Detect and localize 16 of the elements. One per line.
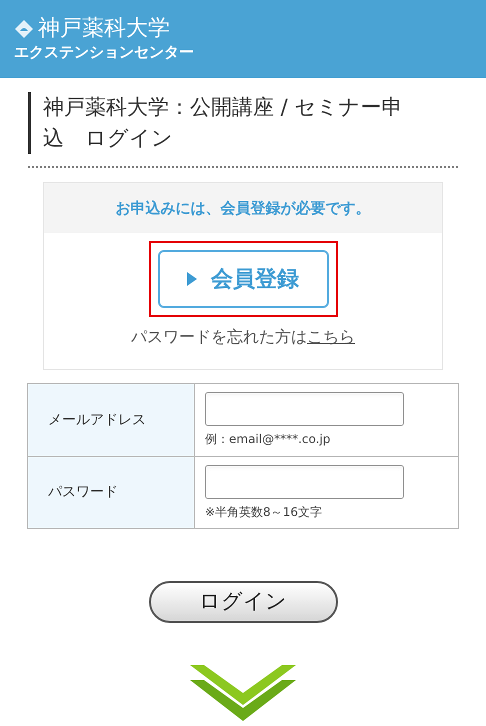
notice-text: お申込みには、会員登録が必要です。 (116, 198, 370, 219)
triangle-icon (187, 272, 197, 286)
login-button[interactable]: ログイン (148, 581, 338, 623)
diamond-logo-icon (14, 19, 34, 39)
double-chevron-icon (190, 665, 296, 721)
page-title: 神戸薬科大学：公開講座 / セミナー申込 ログイン (43, 94, 404, 152)
input-field[interactable] (205, 465, 404, 499)
forgot-link[interactable]: こちら (307, 325, 355, 349)
logo-title: 神戸薬科大学 (38, 16, 170, 42)
field-label: メールアドレス (48, 410, 146, 430)
field-hint: ※半角英数8～16文字 (205, 504, 323, 521)
forgot-text: パスワードを忘れた方は (131, 326, 307, 348)
field-label: パスワード (48, 483, 118, 502)
field-hint: 例：email@****.co.jp (205, 431, 332, 448)
logo-subtitle: エクステンションセンター (14, 42, 194, 62)
input-field[interactable] (205, 392, 404, 426)
